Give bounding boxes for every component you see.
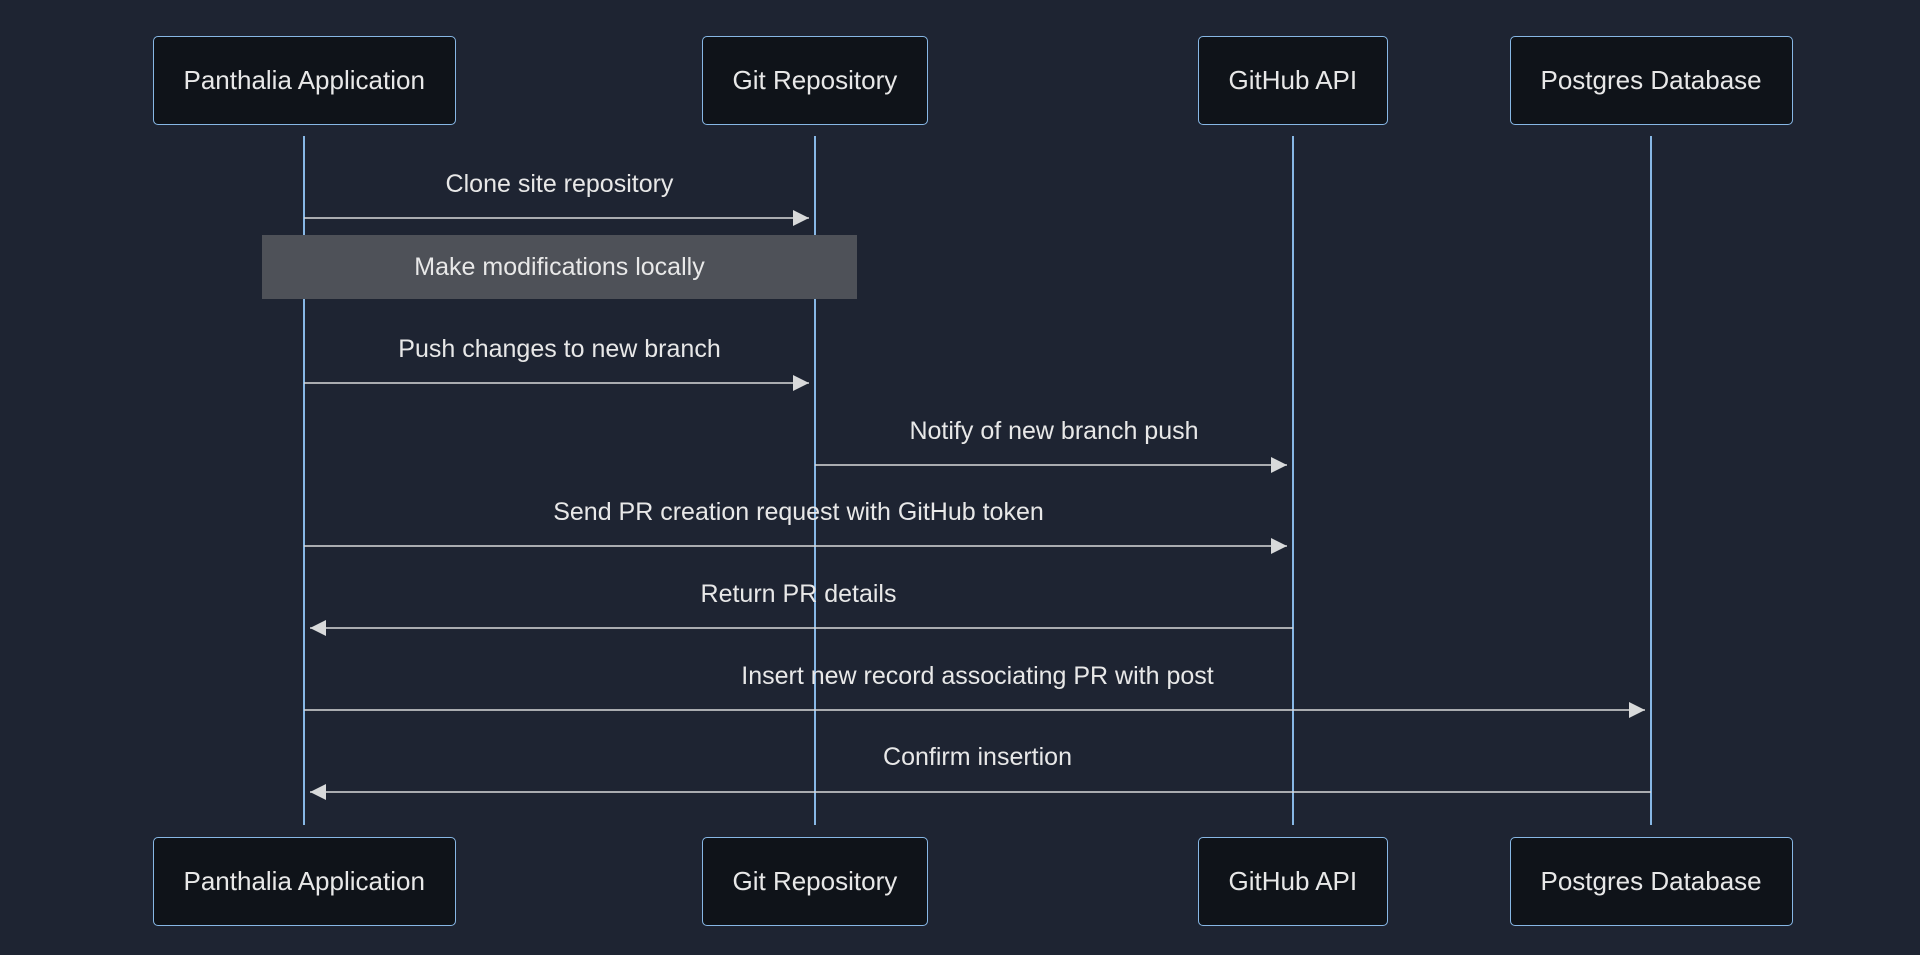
message-label: Push changes to new branch [398, 335, 720, 364]
actor-box-pg-bottom: Postgres Database [1510, 837, 1793, 926]
actor-box-panthalia-top: Panthalia Application [153, 36, 456, 125]
sequence-diagram: Panthalia Application Git Repository Git… [0, 0, 1920, 955]
actor-label: Git Repository [733, 65, 898, 96]
message-label: Insert new record associating PR with po… [741, 662, 1213, 691]
actor-box-panthalia-bottom: Panthalia Application [153, 837, 456, 926]
actor-label: Panthalia Application [184, 65, 425, 96]
note-box: Make modifications locally [262, 235, 857, 299]
arrows-layer [0, 0, 1920, 955]
message-label: Clone site repository [446, 170, 674, 199]
actor-label: Panthalia Application [184, 866, 425, 897]
message-label: Confirm insertion [883, 743, 1072, 772]
lifeline-ghapi [1292, 136, 1294, 825]
actor-box-ghapi-bottom: GitHub API [1198, 837, 1389, 926]
actor-label: GitHub API [1229, 65, 1358, 96]
note-label: Make modifications locally [414, 253, 704, 282]
actor-box-gitrepo-bottom: Git Repository [702, 837, 929, 926]
actor-box-gitrepo-top: Git Repository [702, 36, 929, 125]
actor-label: Postgres Database [1541, 866, 1762, 897]
message-label: Send PR creation request with GitHub tok… [553, 498, 1044, 527]
actor-label: Git Repository [733, 866, 898, 897]
lifeline-pg [1650, 136, 1652, 825]
message-label: Return PR details [701, 580, 897, 609]
actor-box-ghapi-top: GitHub API [1198, 36, 1389, 125]
actor-label: Postgres Database [1541, 65, 1762, 96]
message-label: Notify of new branch push [909, 417, 1198, 446]
actor-label: GitHub API [1229, 866, 1358, 897]
actor-box-pg-top: Postgres Database [1510, 36, 1793, 125]
